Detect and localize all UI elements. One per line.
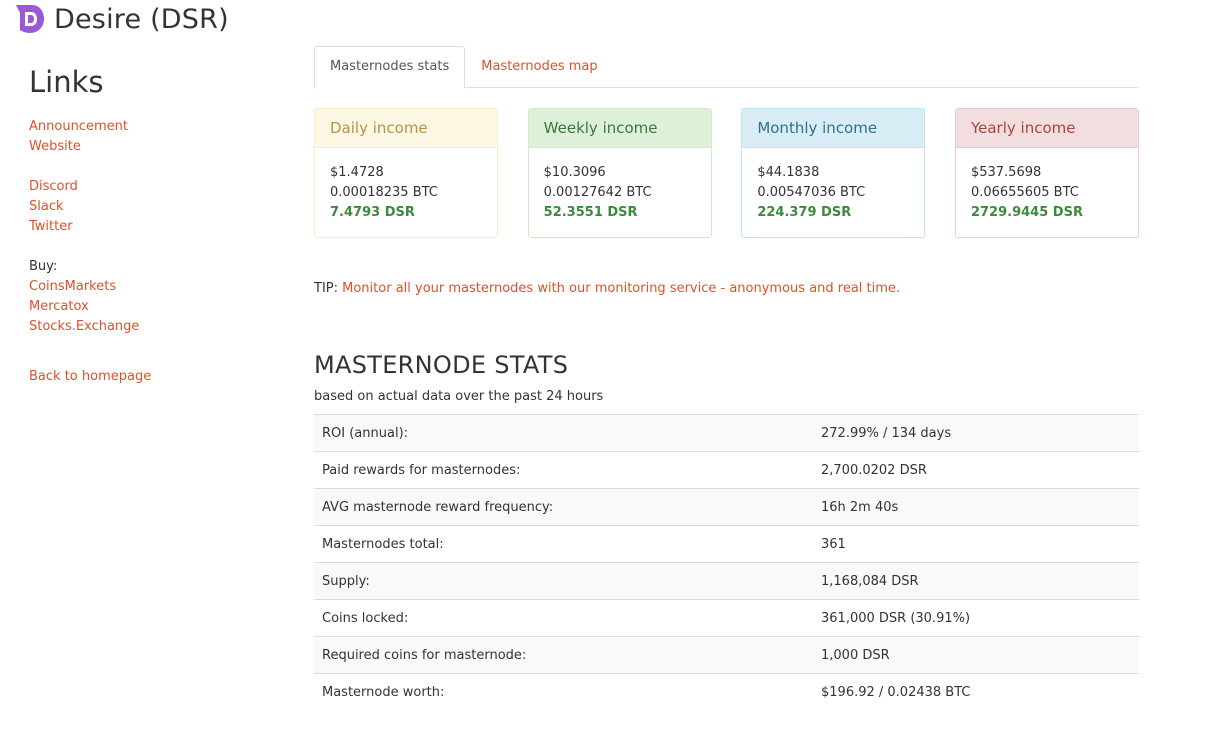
- sidebar-heading: Links: [29, 65, 104, 99]
- stat-label: Supply:: [314, 562, 813, 600]
- tip-line: TIP: Monitor all your masternodes with o…: [314, 280, 1139, 298]
- table-row: Masternodes total: 361: [314, 525, 1139, 563]
- income-cards: Daily income $1.4728 0.00018235 BTC 7.47…: [314, 108, 1139, 238]
- income-dsr: 224.379 DSR: [757, 205, 852, 220]
- stat-label: Coins locked:: [314, 599, 813, 637]
- card-title: Daily income: [315, 109, 497, 148]
- stat-label: ROI (annual):: [314, 414, 813, 452]
- income-btc: 0.00127642 BTC: [543, 185, 652, 200]
- income-usd: $537.5698: [970, 165, 1042, 180]
- income-btc: 0.06655605 BTC: [970, 185, 1079, 200]
- tab-masternodes-map[interactable]: Masternodes map: [465, 46, 613, 88]
- link-mercatox[interactable]: Mercatox: [29, 297, 269, 317]
- income-usd: $10.3096: [543, 165, 606, 180]
- stat-value: 1,168,084 DSR: [813, 562, 1139, 600]
- income-btc: 0.00547036 BTC: [757, 185, 866, 200]
- table-row: ROI (annual): 272.99% / 134 days: [314, 414, 1139, 452]
- income-usd: $44.1838: [757, 165, 820, 180]
- stat-value: 2,700.0202 DSR: [813, 451, 1139, 489]
- site-title: Desire (DSR): [54, 3, 229, 35]
- card-daily-income: Daily income $1.4728 0.00018235 BTC 7.47…: [314, 108, 498, 238]
- card-yearly-income: Yearly income $537.5698 0.06655605 BTC 2…: [954, 108, 1139, 238]
- card-title: Weekly income: [528, 109, 711, 148]
- link-discord[interactable]: Discord: [29, 177, 269, 197]
- tab-masternodes-stats[interactable]: Masternodes stats: [314, 46, 466, 89]
- stat-label: Required coins for masternode:: [314, 636, 813, 674]
- link-stocks-exchange[interactable]: Stocks.Exchange: [29, 317, 269, 337]
- tip-prefix: TIP:: [314, 281, 338, 296]
- stats-table: ROI (annual): 272.99% / 134 days Paid re…: [314, 414, 1139, 711]
- card-weekly-income: Weekly income $10.3096 0.00127642 BTC 52…: [527, 108, 712, 238]
- stat-value: 272.99% / 134 days: [813, 414, 1139, 452]
- income-usd: $1.4728: [330, 165, 384, 180]
- link-website[interactable]: Website: [29, 137, 269, 157]
- income-dsr: 52.3551 DSR: [543, 205, 638, 220]
- stats-subtitle: based on actual data over the past 24 ho…: [314, 389, 604, 404]
- stat-value: 1,000 DSR: [813, 636, 1139, 674]
- desire-logo-icon[interactable]: [14, 3, 46, 35]
- stat-label: Masternode worth:: [314, 673, 813, 711]
- income-btc: 0.00018235 BTC: [330, 185, 438, 200]
- stat-value: $196.92 / 0.02438 BTC: [813, 673, 1139, 711]
- stat-label: Paid rewards for masternodes:: [314, 451, 813, 489]
- income-dsr: 2729.9445 DSR: [970, 205, 1083, 220]
- card-body: $1.4728 0.00018235 BTC 7.4793 DSR: [315, 148, 497, 223]
- table-row: Paid rewards for masternodes: 2,700.0202…: [314, 451, 1139, 489]
- table-row: Coins locked: 361,000 DSR (30.91%): [314, 599, 1139, 637]
- buy-label: Buy:: [29, 259, 58, 274]
- stat-label: Masternodes total:: [314, 525, 813, 563]
- income-dsr: 7.4793 DSR: [330, 205, 415, 220]
- monitoring-service-link[interactable]: Monitor all your masternodes with our mo…: [342, 281, 900, 296]
- table-row: Supply: 1,168,084 DSR: [314, 562, 1139, 600]
- table-row: Required coins for masternode: 1,000 DSR: [314, 636, 1139, 674]
- link-twitter[interactable]: Twitter: [29, 217, 269, 237]
- table-row: Masternode worth: $196.92 / 0.02438 BTC: [314, 673, 1139, 711]
- stat-value: 361: [813, 525, 1139, 563]
- link-back-homepage[interactable]: Back to homepage: [29, 367, 269, 387]
- stats-title: MASTERNODE STATS: [314, 351, 569, 379]
- main-content: Masternodes stats Masternodes map Daily …: [314, 46, 1139, 711]
- sidebar-links: Links Announcement Website Discord Slack…: [29, 64, 269, 387]
- card-body: $537.5698 0.06655605 BTC 2729.9445 DSR: [956, 148, 1138, 223]
- table-row: AVG masternode reward frequency: 16h 2m …: [314, 488, 1139, 526]
- link-slack[interactable]: Slack: [29, 197, 269, 217]
- card-monthly-income: Monthly income $44.1838 0.00547036 BTC 2…: [741, 108, 926, 238]
- card-body: $44.1838 0.00547036 BTC 224.379 DSR: [742, 148, 924, 223]
- card-title: Monthly income: [742, 109, 925, 148]
- site-header: Desire (DSR): [14, 2, 229, 36]
- stat-value: 361,000 DSR (30.91%): [813, 599, 1139, 637]
- tab-bar: Masternodes stats Masternodes map: [314, 46, 1139, 89]
- link-announcement[interactable]: Announcement: [29, 117, 269, 137]
- stat-value: 16h 2m 40s: [813, 488, 1139, 526]
- card-body: $10.3096 0.00127642 BTC 52.3551 DSR: [529, 148, 711, 223]
- stat-label: AVG masternode reward frequency:: [314, 488, 813, 526]
- card-title: Yearly income: [955, 109, 1138, 148]
- link-coinsmarkets[interactable]: CoinsMarkets: [29, 277, 269, 297]
